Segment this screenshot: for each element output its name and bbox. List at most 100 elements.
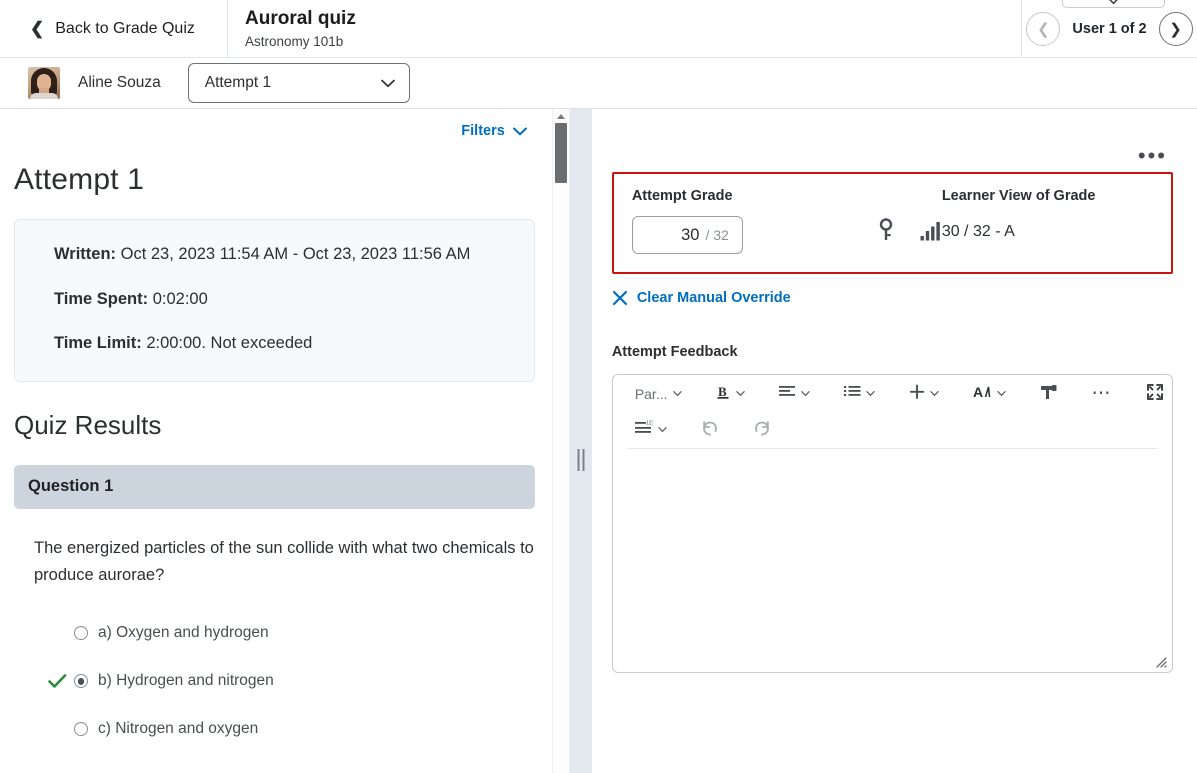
answer-option-b[interactable]: b) Hydrogen and nitrogen — [48, 657, 535, 705]
answer-label: a) Oxygen and hydrogen — [98, 624, 269, 642]
redo-button[interactable] — [745, 416, 779, 443]
circle-chevron-left-icon: ❮ — [1037, 20, 1050, 38]
time-limit-label: Time Limit: — [54, 334, 142, 353]
grade-input-value: 30 — [681, 225, 700, 244]
attempt-feedback-editor: Par... B A ⋯ 123 — [611, 374, 1173, 673]
filters-label: Filters — [461, 123, 505, 139]
grade-action-icons — [878, 188, 942, 254]
insert-dropdown[interactable] — [901, 381, 947, 406]
clear-manual-override-label: Clear Manual Override — [636, 290, 791, 306]
chevron-left-icon: ❮ — [30, 19, 45, 38]
align-dropdown[interactable] — [771, 382, 818, 405]
main-content: Filters Attempt 1 Written: Oct 23, 2023 … — [0, 109, 1197, 773]
fullscreen-icon — [1146, 383, 1164, 404]
scrollbar-thumb[interactable] — [554, 123, 567, 183]
more-options-button[interactable]: ••• — [1138, 145, 1167, 167]
back-to-grade-quiz-button[interactable]: ❮ Back to Grade Quiz — [0, 0, 228, 57]
svg-text:123: 123 — [646, 420, 653, 426]
resizer-grip-icon[interactable] — [577, 449, 585, 471]
attempt-feedback-label: Attempt Feedback — [611, 344, 738, 360]
student-bar: Aline Souza Attempt 1 — [0, 58, 1197, 109]
bullet-list-icon — [843, 385, 861, 402]
fullscreen-button[interactable] — [1138, 380, 1172, 407]
written-value: Oct 23, 2023 11:54 AM - Oct 23, 2023 11:… — [120, 245, 471, 263]
back-to-grade-quiz-label: Back to Grade Quiz — [55, 19, 195, 37]
answer-option-a[interactable]: a) Oxygen and hydrogen — [48, 609, 535, 657]
paragraph-format-dropdown[interactable]: Par... — [627, 383, 690, 405]
radio-icon[interactable] — [74, 722, 88, 737]
grade-denominator: / 32 — [705, 227, 729, 243]
format-painter-button[interactable] — [1032, 381, 1066, 407]
scroll-up-arrow-icon[interactable] — [556, 114, 565, 119]
filters-button[interactable]: Filters — [461, 123, 527, 139]
written-info-line: Written: Oct 23, 2023 11:54 AM - Oct 23,… — [54, 242, 509, 268]
clear-manual-override-button[interactable]: Clear Manual Override — [612, 290, 1173, 306]
align-left-icon — [778, 385, 796, 402]
plus-insert-icon — [909, 384, 925, 403]
quiz-title-block: Auroral quiz Astronomy 101b — [228, 0, 1021, 57]
chevron-down-icon — [865, 391, 875, 397]
attempt-select-value: Attempt 1 — [204, 74, 272, 91]
radio-icon[interactable] — [74, 674, 88, 689]
paragraph-format-label: Par... — [634, 385, 668, 402]
more-toolbar-options-button[interactable]: ⋯ — [1084, 383, 1121, 403]
user-count-label: User 1 of 2 — [1072, 20, 1147, 37]
partial-dropdown-overlay[interactable] — [1062, 0, 1165, 8]
line-spacing-dropdown[interactable]: 123 — [627, 417, 675, 442]
chevron-down-icon — [735, 391, 745, 397]
key-icon[interactable] — [878, 217, 894, 247]
question-text: The energized particles of the sun colli… — [34, 538, 534, 584]
student-name-label: Aline Souza — [78, 74, 161, 91]
pane-resizer[interactable] — [568, 109, 592, 773]
radio-icon[interactable] — [74, 626, 88, 641]
resize-grip-icon[interactable] — [1153, 654, 1167, 668]
redo-icon — [753, 419, 771, 440]
chevron-down-icon — [800, 391, 810, 397]
next-user-button[interactable]: ❯ — [1158, 11, 1193, 46]
top-bar: ❮ Back to Grade Quiz Auroral quiz Astron… — [0, 0, 1197, 58]
font-style-icon: A — [973, 384, 992, 403]
question-header: Question 1 — [14, 464, 535, 509]
answer-label: c) Nitrogen and oxygen — [98, 720, 259, 738]
attempt-info-card: Written: Oct 23, 2023 11:54 AM - Oct 23,… — [14, 219, 535, 382]
learner-view-label: Learner View of Grade — [941, 188, 1096, 204]
quiz-results-heading: Quiz Results — [14, 409, 162, 440]
undo-button[interactable] — [693, 416, 727, 443]
check-icon — [48, 673, 67, 688]
grading-pane: ••• Attempt Grade 30 / 32 Learner View o… — [591, 109, 1197, 773]
answer-option-c[interactable]: c) Nitrogen and oxygen — [48, 705, 535, 753]
bar-chart-icon[interactable] — [920, 219, 942, 246]
written-label: Written: — [54, 245, 117, 263]
svg-text:A: A — [973, 384, 983, 400]
chevron-down-icon — [672, 391, 682, 397]
font-style-dropdown[interactable]: A — [965, 381, 1014, 406]
quiz-results-pane: Filters Attempt 1 Written: Oct 23, 2023 … — [0, 109, 569, 773]
chevron-down-icon — [1109, 0, 1118, 5]
correct-check-slot — [48, 673, 74, 689]
svg-text:B: B — [718, 384, 727, 399]
chevron-down-icon — [996, 391, 1006, 397]
answer-label: b) Hydrogen and nitrogen — [98, 672, 274, 690]
grade-input[interactable]: 30 / 32 — [631, 216, 743, 254]
list-dropdown[interactable] — [836, 382, 883, 405]
time-spent-label: Time Spent: — [54, 289, 149, 308]
chevron-down-icon — [512, 127, 527, 136]
undo-icon — [701, 419, 719, 440]
chevron-down-icon — [658, 426, 667, 432]
learner-grade-value: 30 / 32 - A — [941, 223, 1015, 240]
left-pane-scrollbar[interactable] — [551, 109, 569, 773]
editor-toolbar-row-1: Par... B A ⋯ — [613, 375, 1172, 412]
attempt-select[interactable]: Attempt 1 — [187, 63, 410, 103]
previous-user-button[interactable]: ❮ — [1026, 11, 1061, 46]
answer-list: a) Oxygen and hydrogen b) Hydrogen and n… — [14, 609, 535, 753]
format-painter-icon — [1040, 384, 1058, 404]
feedback-textarea[interactable] — [613, 449, 1172, 635]
attempt-grade-group: Attempt Grade 30 / 32 — [631, 188, 858, 254]
bold-icon: B — [716, 384, 731, 403]
bold-dropdown[interactable]: B — [708, 381, 753, 406]
editor-toolbar-row-2: 123 — [613, 412, 1172, 446]
time-spent-value: 0:02:00 — [152, 289, 208, 308]
page-title: Auroral quiz — [245, 8, 356, 30]
attempt-grade-label: Attempt Grade — [631, 188, 733, 204]
grade-highlight-box: Attempt Grade 30 / 32 Learner View of Gr… — [611, 172, 1173, 274]
